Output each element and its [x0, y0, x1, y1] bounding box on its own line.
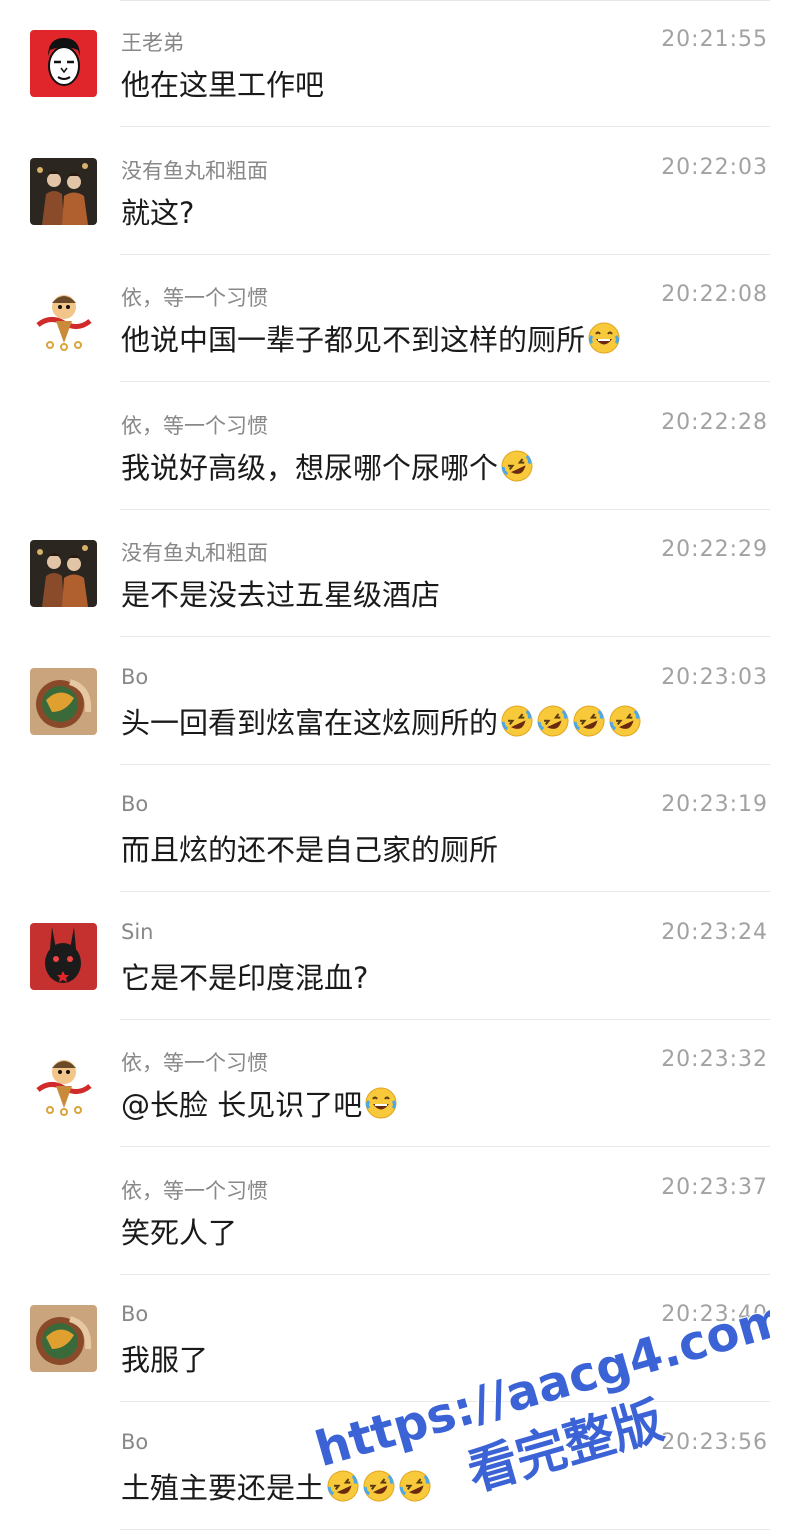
message-body: 就这?: [121, 190, 194, 232]
message-body: 它是不是印度混血?: [121, 955, 368, 997]
chat-message[interactable]: Bo 20:23:40 我服了: [0, 1275, 800, 1402]
message-time: 20:23:24: [661, 919, 768, 945]
rolling-laughing-emoji-icon: [398, 1469, 432, 1503]
avatar[interactable]: [30, 157, 97, 225]
sender-name: Bo: [121, 1429, 149, 1454]
message-body: 而且炫的还不是自己家的厕所: [121, 827, 498, 869]
sender-name: 没有鱼丸和粗面: [121, 158, 268, 183]
message-text: 就这?: [121, 195, 195, 230]
rolling-laughing-emoji-icon: [572, 704, 606, 738]
message-body: 我说好高级，想尿哪个尿哪个: [121, 445, 534, 487]
message-time: 20:22:28: [661, 409, 768, 435]
message-body: @长脸 长见识了吧: [121, 1082, 398, 1124]
message-text: 它是不是印度混血?: [121, 960, 369, 995]
message-body: 笑死人了: [121, 1210, 237, 1252]
tears-of-joy-emoji-icon: [364, 1086, 398, 1120]
tears-of-joy-emoji-icon: [587, 321, 621, 355]
rolling-laughing-emoji-icon: [362, 1469, 396, 1503]
message-time: 20:23:56: [661, 1429, 768, 1455]
rolling-laughing-emoji-icon: [536, 704, 570, 738]
message-body: 我服了: [121, 1337, 208, 1379]
chat-message[interactable]: 依，等一个习惯 20:22:28 我说好高级，想尿哪个尿哪个: [0, 383, 800, 510]
rolling-laughing-emoji-icon: [500, 449, 534, 483]
avatar[interactable]: [30, 1305, 97, 1372]
message-time: 20:23:40: [661, 1302, 768, 1327]
chat-message[interactable]: Bo 20:23:19 而且炫的还不是自己家的厕所: [0, 765, 800, 892]
message-text: 而且炫的还不是自己家的厕所: [121, 833, 499, 867]
rolling-laughing-emoji-icon: [326, 1469, 360, 1503]
chat-message[interactable]: 依，等一个习惯 20:23:32 @长脸 长见识了吧: [0, 1020, 800, 1147]
message-time: 20:23:37: [661, 1174, 768, 1200]
message-body: 土殖主要还是土: [121, 1465, 432, 1507]
message-text: 他在这里工作吧: [121, 68, 325, 102]
chat-message[interactable]: Bo 20:23:03 头一回看到炫富在这炫厕所的: [0, 638, 800, 765]
chat-message[interactable]: 没有鱼丸和粗面 20:22:29 是不是没去过五星级酒店: [0, 510, 800, 637]
sender-name: Sin: [121, 919, 154, 944]
message-text: 头一回看到炫富在这炫厕所的: [121, 705, 499, 740]
chat-message[interactable]: 没有鱼丸和粗面 20:22:03 就这?: [0, 128, 800, 255]
sender-name: Bo: [121, 1302, 149, 1326]
message-time: 20:22:08: [661, 282, 768, 307]
avatar[interactable]: [30, 922, 97, 990]
message-text: @长脸 长见识了吧: [121, 1088, 363, 1122]
rolling-laughing-emoji-icon: [500, 704, 534, 738]
message-text: 他说中国一辈子都见不到这样的厕所: [121, 323, 586, 357]
message-body: 是不是没去过五星级酒店: [121, 572, 440, 614]
message-divider: [120, 1528, 770, 1530]
sender-name: Bo: [121, 792, 149, 816]
message-body: 头一回看到炫富在这炫厕所的: [121, 700, 642, 742]
message-text: 土殖主要还是土: [121, 1470, 325, 1505]
message-time: 20:23:03: [661, 664, 768, 690]
message-time: 20:22:03: [661, 154, 768, 180]
sender-name: 没有鱼丸和粗面: [121, 541, 268, 565]
avatar[interactable]: [30, 285, 97, 352]
sender-name: 依，等一个习惯: [121, 286, 268, 310]
sender-name: 依，等一个习惯: [121, 413, 268, 438]
message-text: 我说好高级，想尿哪个尿哪个: [121, 450, 499, 485]
message-body: 他说中国一辈子都见不到这样的厕所: [121, 317, 621, 359]
sender-name: Bo: [121, 664, 149, 689]
message-body: 他在这里工作吧: [121, 62, 324, 104]
sender-name: 王老弟: [121, 31, 184, 55]
rolling-laughing-emoji-icon: [608, 704, 642, 738]
chat-message[interactable]: 依，等一个习惯 20:22:08 他说中国一辈子都见不到这样的厕所: [0, 255, 800, 382]
sender-name: 依，等一个习惯: [121, 1178, 268, 1203]
message-time: 20:21:55: [661, 27, 768, 52]
message-text: 是不是没去过五星级酒店: [121, 578, 441, 612]
message-time: 20:22:29: [661, 537, 768, 562]
avatar[interactable]: [30, 540, 97, 607]
chat-message[interactable]: 依，等一个习惯 20:23:37 笑死人了: [0, 1148, 800, 1275]
message-time: 20:23:19: [661, 792, 768, 817]
sender-name: 依，等一个习惯: [121, 1051, 268, 1075]
chat-message[interactable]: Sin 20:23:24 它是不是印度混血?: [0, 893, 800, 1020]
avatar[interactable]: [30, 30, 97, 97]
chat-message[interactable]: Bo 20:23:56 土殖主要还是土: [0, 1403, 800, 1530]
message-time: 20:23:32: [661, 1047, 768, 1072]
avatar[interactable]: [30, 1050, 97, 1117]
chat-message[interactable]: 王老弟 20:21:55 他在这里工作吧: [0, 0, 800, 127]
avatar[interactable]: [30, 667, 97, 735]
message-text: 笑死人了: [121, 1215, 238, 1250]
message-text: 我服了: [121, 1343, 209, 1377]
